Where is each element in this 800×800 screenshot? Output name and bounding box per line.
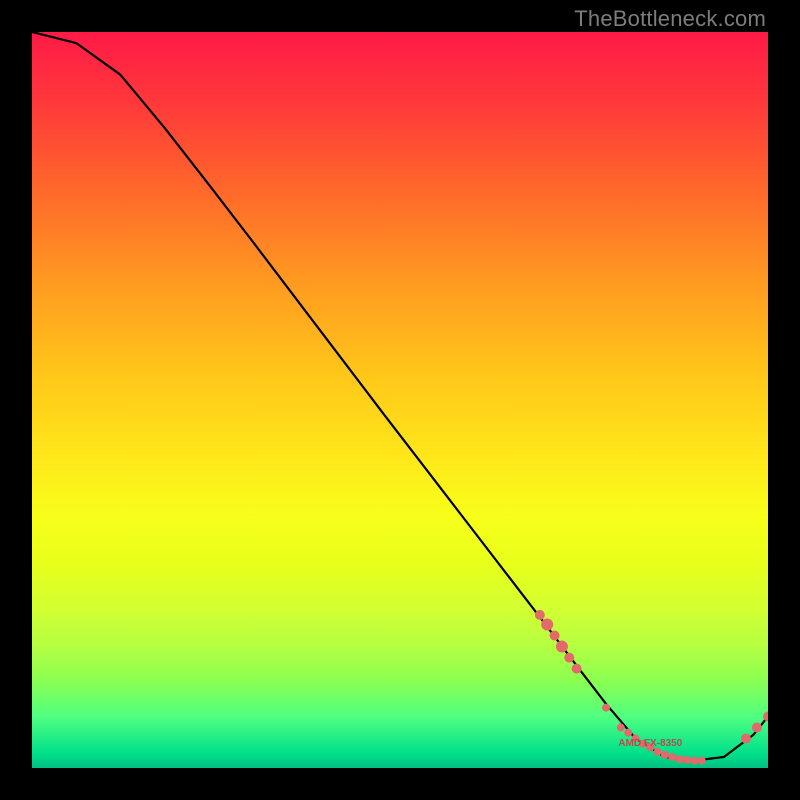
marker-dot bbox=[683, 756, 691, 764]
plot-area: AMD FX-8350 bbox=[32, 32, 768, 768]
marker-dot bbox=[535, 610, 545, 620]
marker-dot bbox=[556, 641, 568, 653]
chart-overlay-svg: AMD FX-8350 bbox=[32, 32, 768, 768]
marker-dot bbox=[572, 664, 582, 674]
marker-dot bbox=[654, 748, 662, 756]
marker-dot bbox=[564, 653, 574, 663]
marker-dot bbox=[752, 723, 762, 733]
marker-dot bbox=[690, 757, 698, 765]
marker-dot bbox=[661, 751, 669, 759]
marker-dot bbox=[624, 729, 632, 737]
marker-dot bbox=[698, 757, 706, 765]
marker-label-text: AMD FX-8350 bbox=[618, 738, 682, 749]
marker-dot bbox=[550, 631, 560, 641]
marker-dot bbox=[617, 724, 625, 732]
marker-dot bbox=[668, 753, 676, 761]
chart-frame: TheBottleneck.com AMD FX-8350 bbox=[0, 0, 800, 800]
marker-dot bbox=[602, 704, 610, 712]
marker-dot bbox=[763, 711, 768, 721]
marker-dot bbox=[676, 755, 684, 763]
marker-dot bbox=[541, 618, 553, 630]
curve-line bbox=[32, 32, 768, 761]
marker-dot bbox=[741, 734, 751, 744]
attribution-text: TheBottleneck.com bbox=[574, 6, 766, 32]
